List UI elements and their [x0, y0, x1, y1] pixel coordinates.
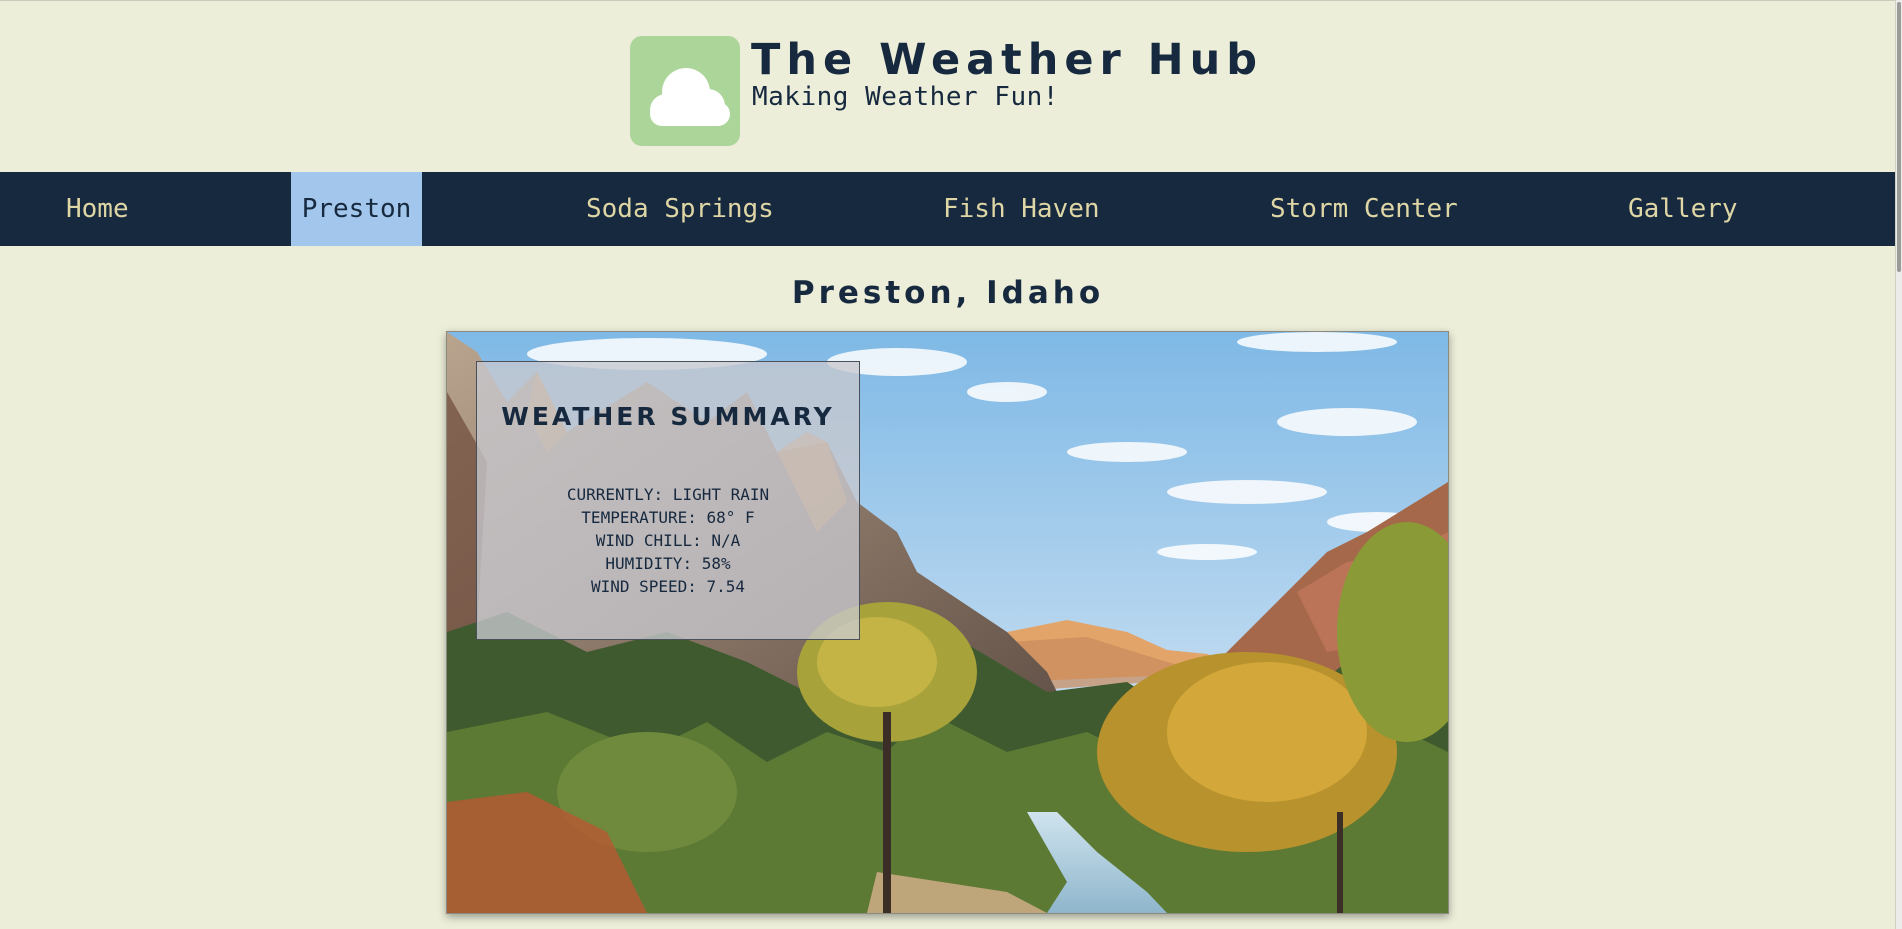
- site-subtitle: Making Weather Fun!: [752, 82, 1059, 112]
- nav-item-storm-center[interactable]: Storm Center: [1270, 172, 1458, 246]
- page-title: Preston, Idaho: [791, 275, 1105, 311]
- nav-item-gallery[interactable]: Gallery: [1628, 172, 1738, 246]
- nav-item-home[interactable]: Home: [66, 172, 129, 246]
- window-top-border: [0, 0, 1902, 1]
- temperature-value: TEMPERATURE: 68° F: [581, 508, 755, 527]
- cloud-icon: [650, 68, 730, 126]
- logo[interactable]: [630, 36, 740, 146]
- current-conditions: CURRENTLY: LIGHT RAIN: [566, 485, 770, 504]
- nav-item-soda-springs[interactable]: Soda Springs: [586, 172, 774, 246]
- weather-summary-list: CURRENTLY: LIGHT RAIN TEMPERATURE: 68° F…: [477, 483, 859, 598]
- wind-chill-value: WIND CHILL: N/A: [595, 531, 741, 550]
- site-title: The Weather Hub: [751, 35, 1264, 85]
- scrollbar[interactable]: [1895, 0, 1902, 929]
- humidity-value: HUMIDITY: 58%: [605, 554, 731, 573]
- nav-item-preston[interactable]: Preston: [291, 172, 422, 246]
- scrollbar-thumb[interactable]: [1897, 2, 1901, 272]
- main-nav: Home Preston Soda Springs Fish Haven Sto…: [0, 172, 1896, 246]
- nav-item-fish-haven[interactable]: Fish Haven: [943, 172, 1100, 246]
- weather-summary-panel: WEATHER SUMMARY CURRENTLY: LIGHT RAIN TE…: [476, 361, 860, 640]
- wind-speed-value: WIND SPEED: 7.54: [590, 577, 746, 596]
- weather-summary-title: WEATHER SUMMARY: [501, 402, 835, 431]
